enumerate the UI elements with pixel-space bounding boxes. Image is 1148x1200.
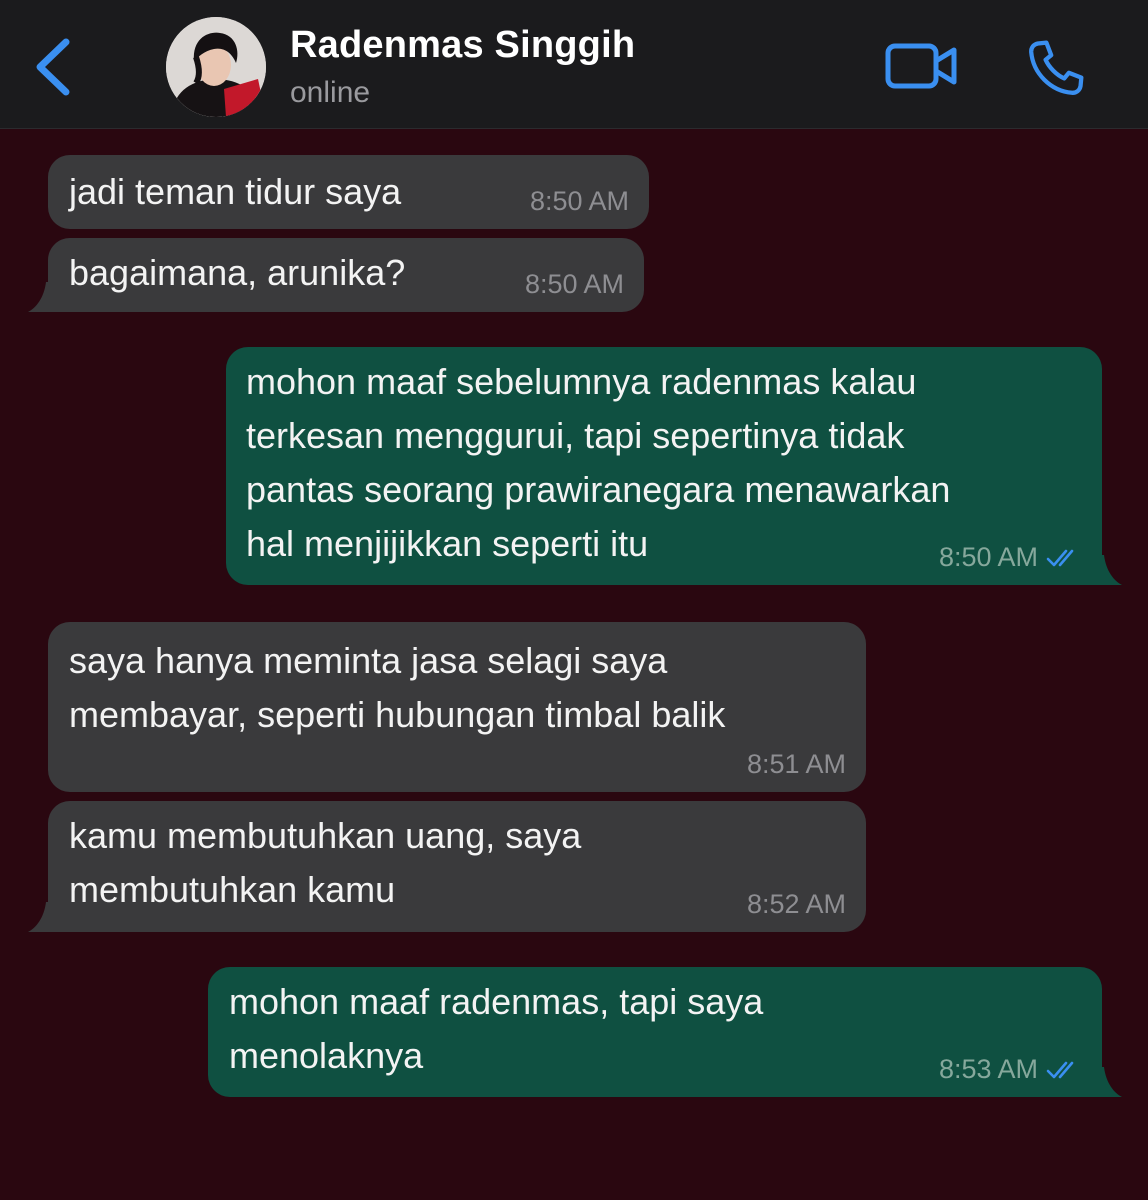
message-timestamp: 8:50 AM [938,542,1038,572]
message-time: 8:50 AM [939,542,1080,573]
message-text: jadi teman tidur saya [69,171,402,212]
message-timestamp: 8:52 AM [746,889,846,919]
message-timestamp: 8:51 AM [746,749,846,779]
phone-icon [1029,40,1084,95]
bubble-tail [28,282,54,312]
message-bubble-outgoing[interactable]: mohon maaf sebelumnya radenmas kalau ter… [226,347,1122,585]
message-text: kamu membutuhkan uang, saya membutuhkan … [69,815,582,910]
contact-name[interactable]: Radenmas Singgih [290,24,635,67]
message-text: bagaimana, arunika? [69,252,406,293]
read-receipt-icon [1046,1061,1074,1078]
video-camera-icon [885,43,957,89]
bubble-tail [1096,555,1122,585]
bubble-tail [1096,1067,1122,1097]
read-receipt-icon [1046,549,1074,566]
message-bubble-incoming[interactable]: kamu membutuhkan uang, saya membutuhkan … [28,801,866,932]
bubble-tail [28,902,54,932]
message-time: 8:51 AM [747,749,846,780]
back-button[interactable] [26,30,80,100]
voice-call-button[interactable] [1024,36,1088,100]
message-timestamp: 8:53 AM [938,1054,1038,1084]
video-call-button[interactable] [884,40,960,92]
avatar[interactable] [166,17,266,117]
message-timestamp: 8:50 AM [529,186,629,216]
message-bubble-outgoing[interactable]: mohon maaf radenmas, tapi saya menolakny… [208,967,1122,1097]
message-bubble-incoming[interactable]: jadi teman tidur saya 8:50 AM [48,155,649,229]
message-text: mohon maaf radenmas, tapi saya menolakny… [229,981,764,1076]
message-time: 8:50 AM [530,186,629,217]
message-time: 8:53 AM [939,1054,1080,1085]
message-bubble-incoming[interactable]: saya hanya meminta jasa selagi saya memb… [48,622,866,792]
message-bubble-incoming[interactable]: bagaimana, arunika? 8:50 AM [28,238,644,312]
chat-header: Radenmas Singgih online [0,0,1148,129]
contact-status: online [290,76,371,109]
message-time: 8:50 AM [525,269,624,300]
message-timestamp: 8:50 AM [524,269,624,299]
message-text: saya hanya meminta jasa selagi saya memb… [69,640,726,735]
message-time: 8:52 AM [747,889,846,920]
chevron-left-icon [36,38,70,96]
message-text: mohon maaf sebelumnya radenmas kalau ter… [246,361,951,564]
